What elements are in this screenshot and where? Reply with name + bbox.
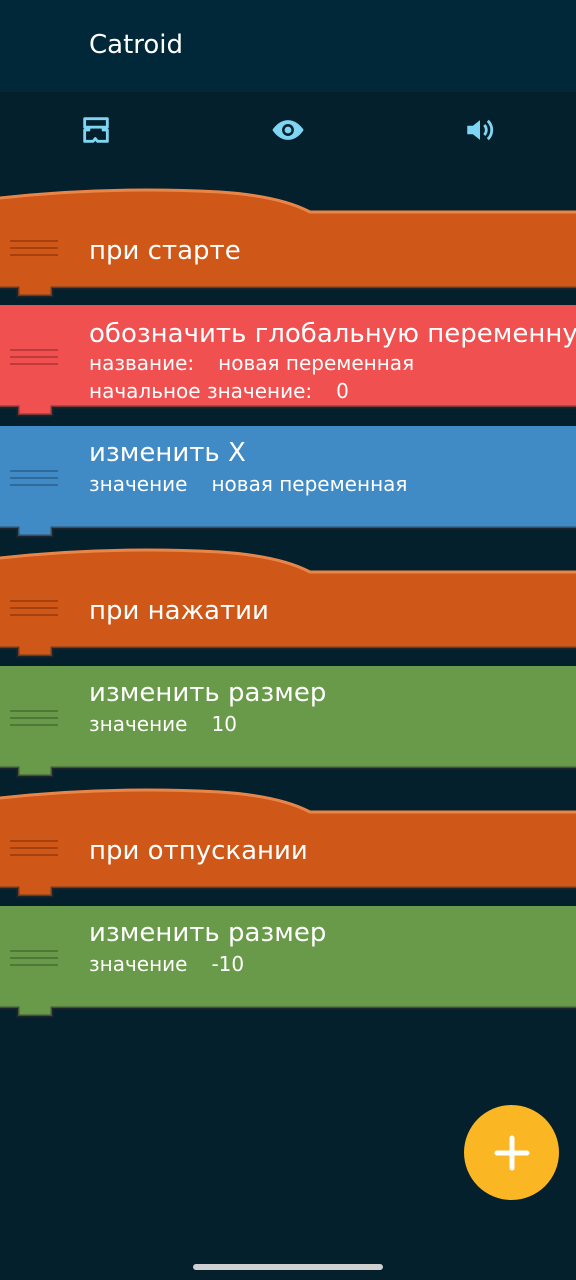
value-field[interactable]: новая переменная [211, 472, 407, 496]
param-label: значение [89, 952, 188, 976]
app-title: Catroid [89, 30, 184, 60]
event-brick-when-tapped[interactable]: при нажатии [0, 544, 576, 660]
param-label: название: [89, 351, 195, 375]
param-initial-value: начальное значение: 0 [89, 379, 349, 403]
param-value: значение -10 [89, 952, 244, 976]
drag-handle-icon[interactable] [10, 710, 58, 734]
add-brick-button[interactable] [464, 1105, 559, 1200]
gesture-nav-bar[interactable] [193, 1264, 383, 1270]
tab-bar [0, 92, 576, 168]
param-label: значение [89, 712, 188, 736]
param-value: значение новая переменная [89, 472, 407, 496]
param-label: значение [89, 472, 188, 496]
scripts-icon [83, 117, 109, 143]
plus-icon [494, 1135, 529, 1170]
event-brick-when-released[interactable]: при отпускании [0, 784, 576, 900]
param-label: начальное значение: [89, 379, 313, 403]
initial-value-field[interactable]: 0 [336, 379, 349, 403]
drag-handle-icon[interactable] [10, 840, 58, 864]
brick-label: при старте [89, 236, 241, 266]
tab-looks[interactable] [268, 110, 308, 150]
brick-label: обозначить глобальную переменную [89, 319, 576, 349]
brick-label: изменить X [89, 438, 246, 468]
param-value: значение 10 [89, 712, 237, 736]
eye-icon [272, 120, 304, 140]
brick-label: при нажатии [89, 596, 269, 626]
variable-dropdown[interactable]: новая переменная [218, 351, 414, 375]
drag-handle-icon[interactable] [10, 950, 58, 974]
value-field[interactable]: 10 [211, 712, 236, 736]
app-bar: Catroid [0, 0, 576, 92]
drag-handle-icon[interactable] [10, 240, 58, 264]
brick-shape [0, 548, 576, 658]
value-field[interactable]: -10 [211, 952, 244, 976]
brick-label: при отпускании [89, 836, 308, 866]
brick-change-size[interactable]: изменить размер значение 10 [0, 666, 576, 782]
drag-handle-icon[interactable] [10, 470, 58, 494]
brick-label: изменить размер [89, 918, 327, 948]
brick-set-global-variable[interactable]: обозначить глобальную переменную названи… [0, 305, 576, 421]
tab-sounds[interactable] [460, 110, 500, 150]
brick-change-x[interactable]: изменить X значение новая переменная [0, 426, 576, 542]
drag-handle-icon[interactable] [10, 600, 58, 624]
brick-change-size[interactable]: изменить размер значение -10 [0, 906, 576, 1022]
brick-shape [0, 188, 576, 298]
speaker-icon [467, 119, 494, 141]
tab-scripts[interactable] [76, 110, 116, 150]
param-name: название: новая переменная [89, 351, 414, 375]
brick-label: изменить размер [89, 678, 327, 708]
drag-handle-icon[interactable] [10, 349, 58, 373]
event-brick-when-started[interactable]: при старте [0, 184, 576, 300]
